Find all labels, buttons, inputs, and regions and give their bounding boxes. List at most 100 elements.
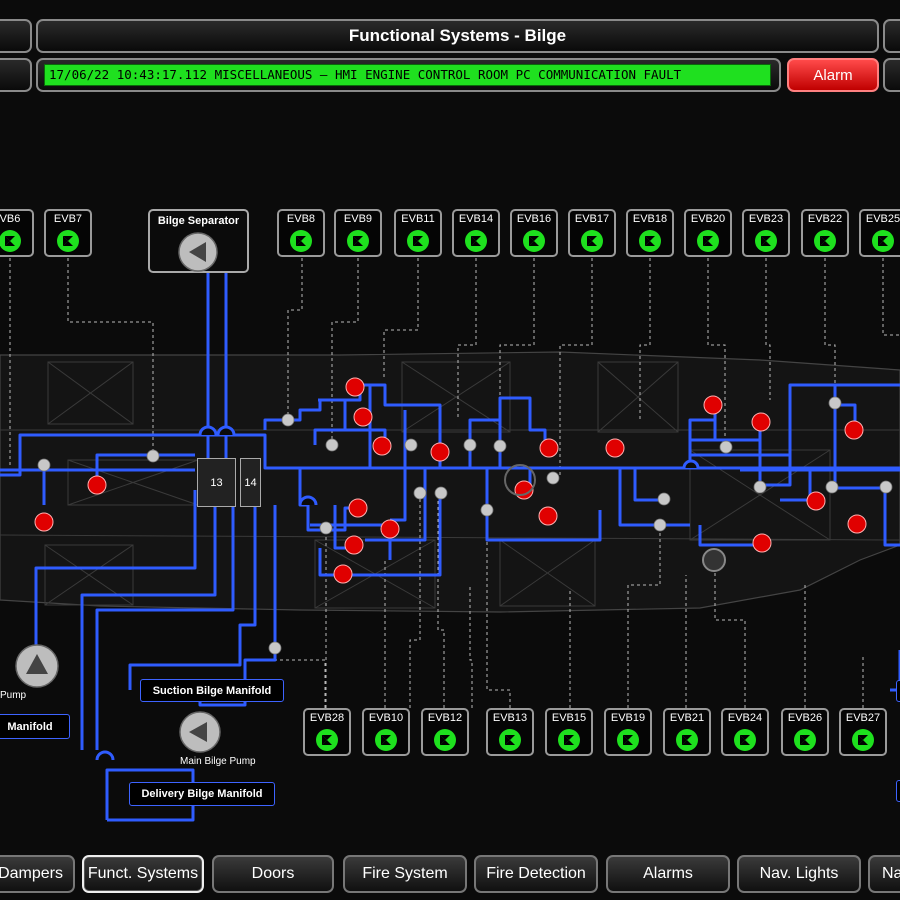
alarm-point xyxy=(539,438,559,458)
nav-nav-lights[interactable]: Nav. Lights xyxy=(737,855,861,893)
valve-label: EVB14 xyxy=(458,213,494,225)
alarm-point xyxy=(430,442,450,462)
valve-open-icon xyxy=(465,230,487,252)
valve-label: EVB18 xyxy=(632,213,668,225)
valve-evb28[interactable]: EVB28 xyxy=(303,708,351,756)
nav-doors[interactable]: Doors xyxy=(212,855,334,893)
valve-evb12[interactable]: EVB12 xyxy=(421,708,469,756)
nav-na[interactable]: Na xyxy=(868,855,900,893)
valve-label: EVB12 xyxy=(427,712,463,724)
valve-evb21[interactable]: EVB21 xyxy=(663,708,711,756)
valve-open-icon xyxy=(290,230,312,252)
right-edge-tag-lower xyxy=(896,780,900,802)
alarm-point xyxy=(345,377,365,397)
valve-open-icon xyxy=(852,729,874,751)
alarm-point xyxy=(806,491,826,511)
valve-label: EVB21 xyxy=(669,712,705,724)
valve-open-icon xyxy=(755,230,777,252)
main-bilge-pump-label: Main Bilge Pump xyxy=(180,756,256,767)
valve-evb7[interactable]: EVB7 xyxy=(44,209,92,257)
alarm-point xyxy=(605,438,625,458)
valve-open-icon xyxy=(0,230,21,252)
valve-evb15[interactable]: EVB15 xyxy=(545,708,593,756)
valve-open-icon xyxy=(499,729,521,751)
valve-evb10[interactable]: EVB10 xyxy=(362,708,410,756)
alarm-point xyxy=(380,519,400,539)
valve-open-icon xyxy=(375,729,397,751)
valve-evb22[interactable]: EVB22 xyxy=(801,209,849,257)
nav-fire-detection[interactable]: Fire Detection xyxy=(474,855,598,893)
valve-open-icon xyxy=(617,729,639,751)
valve-evb24[interactable]: EVB24 xyxy=(721,708,769,756)
alarm-point xyxy=(538,506,558,526)
valve-label: EVB9 xyxy=(343,213,373,225)
right-edge-tag xyxy=(896,680,900,702)
valve-evb25[interactable]: EVB25 xyxy=(859,209,900,257)
nav-funct-systems[interactable]: Funct. Systems xyxy=(82,855,204,893)
delivery-bilge-manifold[interactable]: Delivery Bilge Manifold xyxy=(129,782,275,806)
valve-open-icon xyxy=(872,230,894,252)
valve-evb9[interactable]: EVB9 xyxy=(334,209,382,257)
nav-fire-system[interactable]: Fire System xyxy=(343,855,467,893)
valve-evb23[interactable]: EVB23 xyxy=(742,209,790,257)
valve-label: VB6 xyxy=(0,213,21,225)
main-bilge-pump-icon[interactable] xyxy=(178,710,222,754)
valve-label: EVB17 xyxy=(574,213,610,225)
bilge-diagram xyxy=(0,258,900,822)
suction-bilge-manifold[interactable]: Suction Bilge Manifold xyxy=(140,679,284,702)
valve-label: EVB26 xyxy=(787,712,823,724)
valve-open-icon xyxy=(814,230,836,252)
valve-evb14[interactable]: EVB14 xyxy=(452,209,500,257)
bilge-separator-label: Bilge Separator xyxy=(157,215,240,227)
alarm-point xyxy=(844,420,864,440)
valve-open-icon xyxy=(347,230,369,252)
valve-evb17[interactable]: EVB17 xyxy=(568,209,616,257)
valve-label: EVB23 xyxy=(748,213,784,225)
valve-label: EVB13 xyxy=(492,712,528,724)
valve-evb18[interactable]: EVB18 xyxy=(626,209,674,257)
alarm-point xyxy=(348,498,368,518)
valve-open-icon xyxy=(697,230,719,252)
valve-open-icon xyxy=(523,230,545,252)
valve-evb27[interactable]: EVB27 xyxy=(839,708,887,756)
alarm-point xyxy=(353,407,373,427)
valve-evb19[interactable]: EVB19 xyxy=(604,708,652,756)
alarm-point xyxy=(847,514,867,534)
valve-vb6[interactable]: VB6 xyxy=(0,209,34,257)
left-pump-icon[interactable] xyxy=(14,643,60,689)
valve-label: EVB10 xyxy=(368,712,404,724)
pump-box-13[interactable]: 13 xyxy=(197,458,236,507)
alarm-point xyxy=(344,535,364,555)
valve-label: EVB28 xyxy=(309,712,345,724)
valve-open-icon xyxy=(57,230,79,252)
valve-open-icon xyxy=(639,230,661,252)
valve-open-icon xyxy=(434,729,456,751)
alarm-point xyxy=(333,564,353,584)
bilge-separator[interactable]: Bilge Separator xyxy=(148,209,249,273)
pump-box-14[interactable]: 14 xyxy=(240,458,261,507)
alarm-point xyxy=(34,512,54,532)
valve-evb26[interactable]: EVB26 xyxy=(781,708,829,756)
valve-label: EVB19 xyxy=(610,712,646,724)
valve-label: EVB8 xyxy=(286,213,316,225)
valve-open-icon xyxy=(794,729,816,751)
valve-open-icon xyxy=(316,729,338,751)
left-pump-label: Pump xyxy=(0,690,27,701)
valve-label: EVB22 xyxy=(807,213,843,225)
valve-evb20[interactable]: EVB20 xyxy=(684,209,732,257)
valve-label: EVB16 xyxy=(516,213,552,225)
left-manifold[interactable]: Manifold xyxy=(0,714,70,739)
valve-evb11[interactable]: EVB11 xyxy=(394,209,442,257)
nav-dampers[interactable]: Dampers xyxy=(0,855,75,893)
pump-icon xyxy=(178,232,218,272)
valve-evb8[interactable]: EVB8 xyxy=(277,209,325,257)
alarm-point xyxy=(87,475,107,495)
valve-label: EVB7 xyxy=(53,213,83,225)
nav-alarms[interactable]: Alarms xyxy=(606,855,730,893)
alarm-point xyxy=(751,412,771,432)
valve-evb16[interactable]: EVB16 xyxy=(510,209,558,257)
valve-evb13[interactable]: EVB13 xyxy=(486,708,534,756)
valve-open-icon xyxy=(558,729,580,751)
alarm-point xyxy=(703,395,723,415)
valve-open-icon xyxy=(407,230,429,252)
